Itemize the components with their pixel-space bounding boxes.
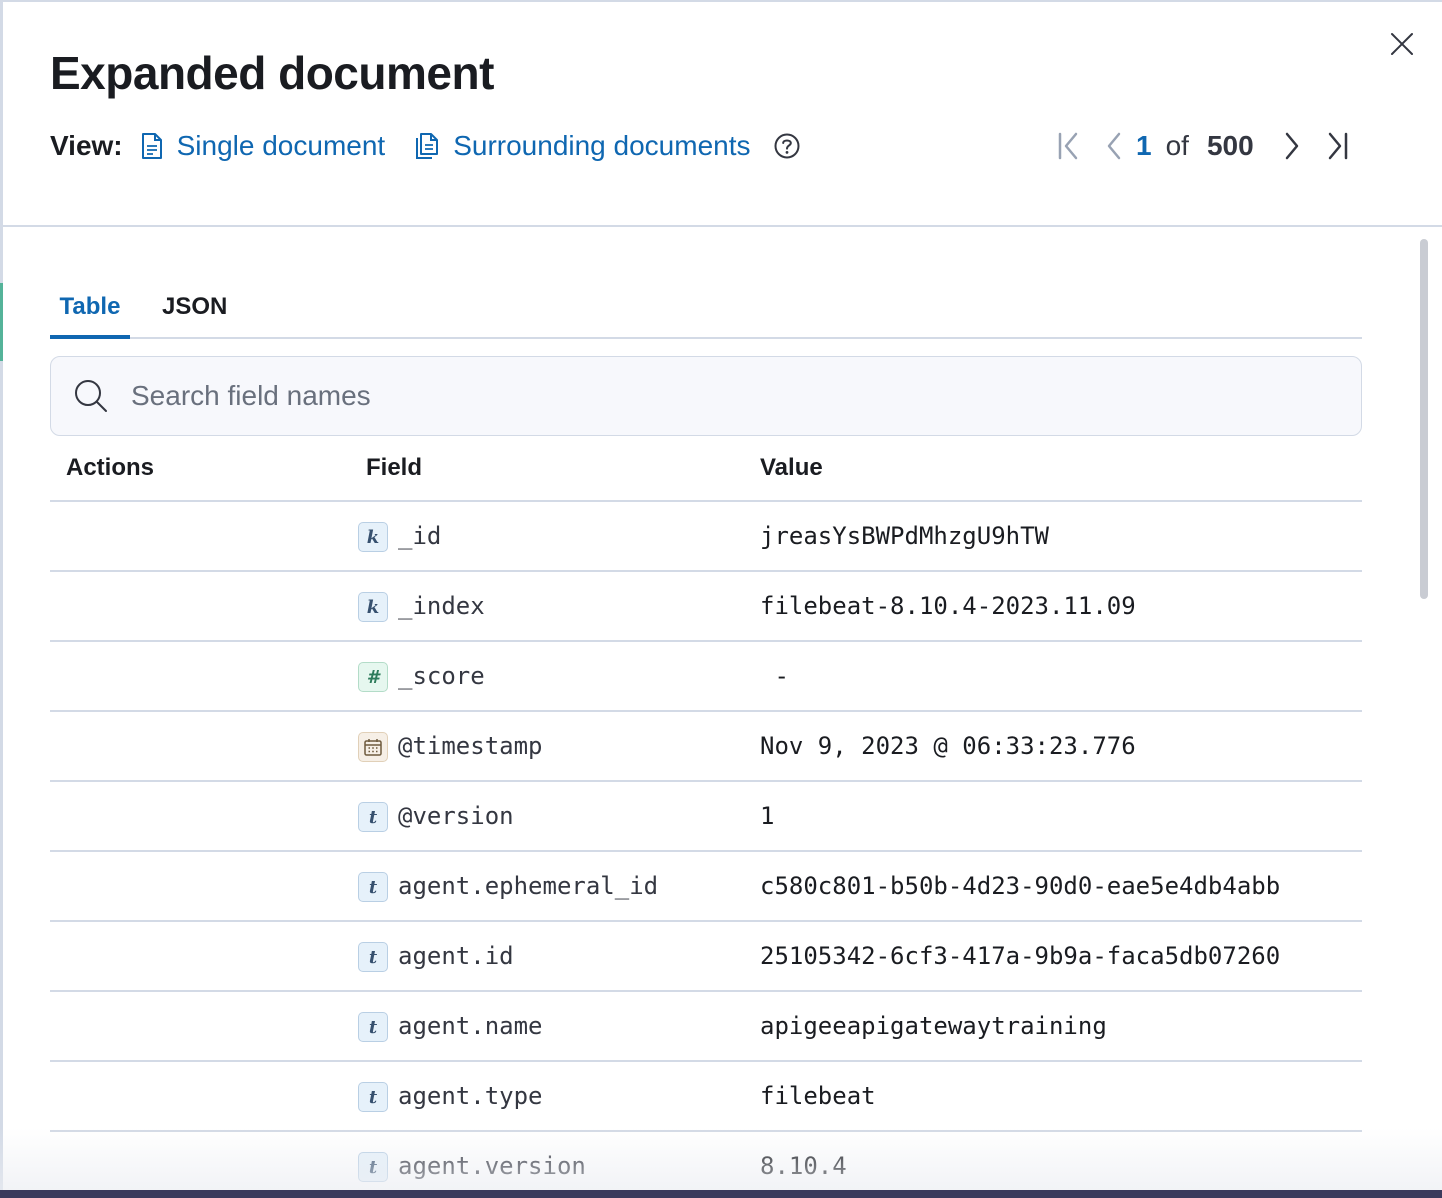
text-type-icon: t (358, 802, 388, 832)
column-header-actions: Actions (66, 454, 155, 481)
surrounding-documents-label: Surrounding documents (453, 130, 751, 161)
surrounding-documents-link[interactable]: Surrounding documents (415, 130, 751, 162)
tab-bar: Table JSON (50, 289, 1362, 339)
close-icon (1391, 33, 1413, 55)
flyout-header: Expanded document View: Single document (0, 0, 1442, 227)
table-row[interactable]: # _score - (50, 642, 1362, 712)
close-button[interactable] (1386, 28, 1418, 60)
documents-icon (415, 133, 439, 159)
bottom-bar (0, 1190, 1442, 1198)
table-row[interactable]: @timestamp Nov 9, 2023 @ 06:33:23.776 (50, 712, 1362, 782)
tab-table[interactable]: Table (50, 289, 130, 339)
field-name: agent.name (398, 1012, 543, 1040)
field-name: @version (398, 802, 514, 830)
document-pager: 1 of 500 (1052, 124, 1354, 168)
tab-json[interactable]: JSON (162, 289, 227, 339)
next-page-button[interactable] (1276, 130, 1308, 162)
table-header: Actions Field Value (50, 436, 1362, 502)
field-value: 1 (760, 802, 775, 830)
field-value: jreasYsBWPdMhzgU9hTW (760, 522, 1049, 550)
single-document-label: Single document (176, 130, 386, 161)
field-value: filebeat-8.10.4-2023.11.09 (760, 592, 1136, 620)
table-row[interactable]: k _index filebeat-8.10.4-2023.11.09 (50, 572, 1362, 642)
flyout-body: Table JSON Actions Field Value k _id jre… (0, 229, 1442, 1198)
field-value: - (760, 662, 789, 690)
column-header-value: Value (760, 454, 823, 481)
last-page-button[interactable] (1322, 130, 1354, 162)
first-page-icon (1058, 132, 1078, 160)
document-icon (141, 133, 163, 159)
keyword-type-icon: k (358, 522, 388, 552)
column-header-field: Field (366, 454, 423, 481)
text-type-icon: t (358, 872, 388, 902)
current-page[interactable]: 1 (1136, 130, 1152, 162)
table-row[interactable]: t agent.version 8.10.4 (50, 1132, 1362, 1198)
document-table: Actions Field Value k _id jreasYsBWPdMhz… (50, 436, 1362, 1198)
single-document-link[interactable]: Single document (141, 130, 386, 162)
table-row[interactable]: t agent.ephemeral_id c580c801-b50b-4d23-… (50, 852, 1362, 922)
table-row[interactable]: t agent.type filebeat (50, 1062, 1362, 1132)
scrollbar-thumb[interactable] (1420, 239, 1428, 599)
pager-of-label: of (1165, 130, 1189, 161)
field-value: 25105342-6cf3-417a-9b9a-faca5db07260 (760, 942, 1281, 970)
field-name: _index (398, 592, 485, 620)
field-value: Nov 9, 2023 @ 06:33:23.776 (760, 732, 1136, 760)
field-value: filebeat (760, 1082, 876, 1110)
table-row[interactable]: k _id jreasYsBWPdMhzgU9hTW (50, 502, 1362, 572)
chevron-left-icon (1107, 132, 1121, 160)
text-type-icon: t (358, 942, 388, 972)
field-name: _id (398, 522, 442, 550)
page-title: Expanded document (50, 47, 494, 99)
last-page-icon (1328, 132, 1347, 160)
field-name: agent.type (398, 1082, 543, 1110)
first-page-button[interactable] (1052, 130, 1084, 162)
field-value: apigeeapigatewaytraining (760, 1012, 1107, 1040)
question-circle-icon[interactable] (773, 132, 801, 160)
field-name: _score (398, 662, 485, 690)
field-name: @timestamp (398, 732, 543, 760)
search-input[interactable] (129, 379, 1233, 413)
field-name: agent.id (398, 942, 514, 970)
text-type-icon: t (358, 1012, 388, 1042)
calendar-icon (358, 732, 388, 762)
text-type-icon: t (358, 1082, 388, 1112)
field-name: agent.version (398, 1152, 586, 1180)
field-name: agent.ephemeral_id (398, 872, 659, 900)
previous-page-button[interactable] (1098, 130, 1130, 162)
search-field (50, 356, 1362, 436)
field-value: 8.10.4 (760, 1152, 847, 1180)
total-pages: 500 (1206, 130, 1254, 161)
search-icon (73, 378, 109, 414)
chevron-right-icon (1285, 132, 1298, 160)
number-type-icon: # (358, 662, 388, 692)
text-type-icon: t (358, 1152, 388, 1182)
table-row[interactable]: t agent.id 25105342-6cf3-417a-9b9a-faca5… (50, 922, 1362, 992)
table-row[interactable]: t agent.name apigeeapigatewaytraining (50, 992, 1362, 1062)
table-row[interactable]: t @version 1 (50, 782, 1362, 852)
keyword-type-icon: k (358, 592, 388, 622)
view-label: View: (50, 130, 123, 161)
field-value: c580c801-b50b-4d23-90d0-eae5e4db4abb (760, 872, 1281, 900)
